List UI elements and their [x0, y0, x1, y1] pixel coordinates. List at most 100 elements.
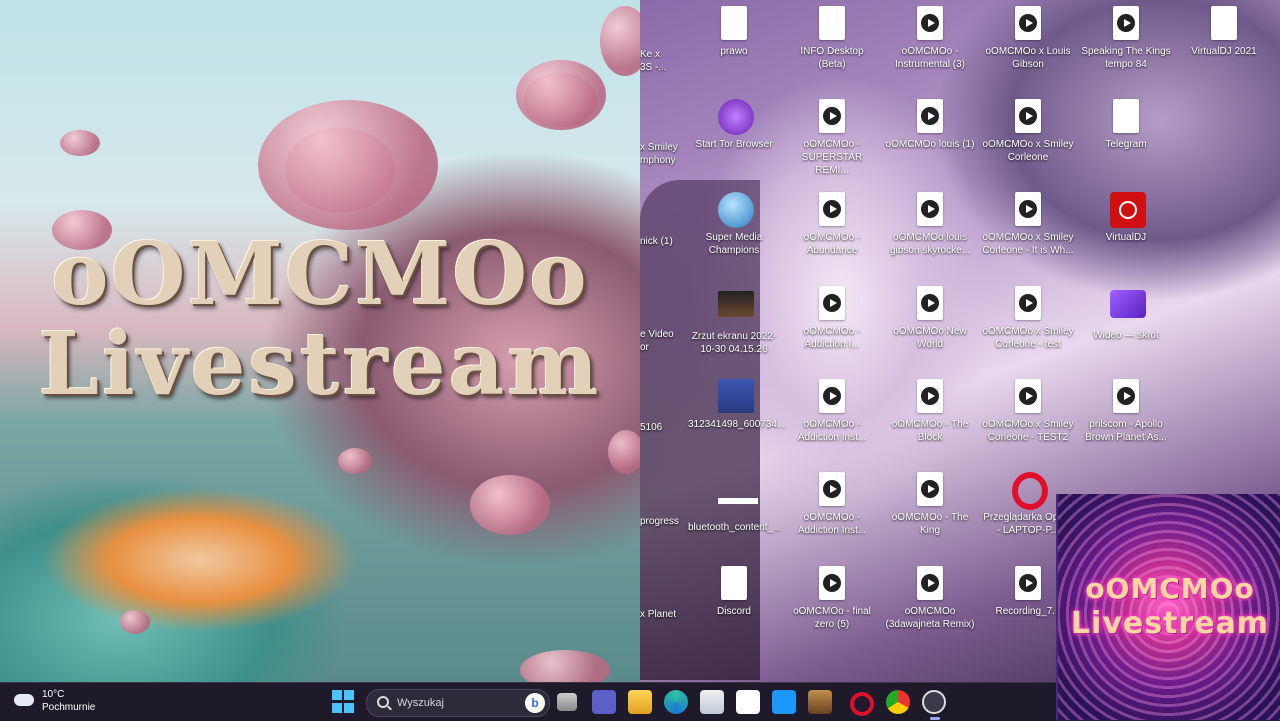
chrome-icon[interactable]	[886, 690, 910, 714]
audio-file-icon	[917, 192, 943, 226]
cloud-icon	[14, 694, 34, 706]
audio-file-icon	[819, 566, 845, 600]
audio-file-icon	[917, 472, 943, 506]
media-player-icon[interactable]	[922, 690, 946, 714]
desktop-icon-super-media[interactable]: Super Media Champions	[688, 192, 780, 257]
document-icon	[1113, 99, 1139, 133]
bing-icon[interactable]: b	[525, 693, 545, 713]
art-title-line1: oOMCMOo	[51, 224, 589, 325]
desktop-icon-label: oOMCMOo - Addiction I...	[803, 326, 861, 350]
desktop-icon-label: 312341498_600734...	[688, 419, 786, 430]
desktop-icon-the-block[interactable]: oOMCMOo - The Block	[884, 379, 976, 444]
store-icon[interactable]	[700, 690, 724, 714]
audio-file-icon	[1015, 286, 1041, 320]
desktop-icon-remix[interactable]: oOMCMOo (3dawajneta Remix)	[884, 566, 976, 631]
desktop-icon-it-is-what[interactable]: oOMCMOo x Smiley Corleone - It is Wh...	[982, 192, 1074, 257]
desktop-icon-virtualdj-2021[interactable]: VirtualDJ 2021	[1178, 6, 1270, 58]
audio-file-icon	[917, 379, 943, 413]
desktop-icon-cut[interactable]: progress	[640, 515, 684, 528]
desktop-icon-telegram[interactable]: Telegram	[1080, 99, 1172, 151]
audio-file-icon	[819, 472, 845, 506]
desktop-icon-new-world[interactable]: oOMCMOo New World	[884, 286, 976, 351]
desktop-icon-info-desktop[interactable]: INFO Desktop (Beta)	[786, 6, 878, 71]
document-icon	[721, 6, 747, 40]
desktop-icon-label: oOMCMOo - Instrumental (3)	[894, 46, 966, 70]
desktop-icon-label: oOMCMOo - Addiction Inst...	[797, 419, 867, 443]
desktop-icon-label: Wideo — skrót	[1093, 330, 1159, 341]
opera-taskbar-icon[interactable]	[850, 692, 874, 716]
desktop-icon-label: oOMCMOo New World	[893, 326, 967, 350]
weather-widget[interactable]: 10°C Pochmurnie	[14, 688, 95, 714]
desktop-icon-label: oOMCMOo x Smiley Corleone - TEST2	[982, 419, 1074, 443]
desktop-icon-apollo-brown[interactable]: prilscom - Apollo Brown Planet As...	[1080, 379, 1172, 444]
start-button[interactable]	[332, 690, 356, 714]
audio-file-icon	[917, 99, 943, 133]
audio-file-icon	[917, 6, 943, 40]
desktop-icon-instrumental[interactable]: oOMCMOo - Instrumental (3)	[884, 6, 976, 71]
game-icon[interactable]	[808, 690, 832, 714]
desktop-icon-discord[interactable]: Discord	[688, 566, 780, 618]
desktop-icon-final-zero[interactable]: oOMCMOo - final zero (5)	[786, 566, 878, 631]
desktop-icon-label: bluetooth_content_...	[688, 522, 782, 533]
desktop-icon-test[interactable]: oOMCMOo x Smiley Corleone - test	[982, 286, 1074, 351]
desktop-icon-screenshot[interactable]: Zrzut ekranu 2022-10-30 04.15.26	[688, 286, 780, 356]
desktop-icon-label: oOMCMOo - SUPERSTAR REMI...	[801, 139, 863, 176]
search-icon	[377, 696, 389, 708]
desktop-icon-abundance[interactable]: oOMCMOo - Abundance	[786, 192, 878, 257]
desktop-icon-addiction-1[interactable]: oOMCMOo - Addiction I...	[786, 286, 878, 351]
desktop-icon-prawo[interactable]: prawo	[688, 6, 780, 58]
desktop-icon-label: prawo	[720, 46, 748, 57]
desktop-icon-label: oOMCMOo - final zero (5)	[793, 606, 871, 630]
desktop-icon-test2[interactable]: oOMCMOo x Smiley Corleone - TEST2	[982, 379, 1074, 444]
livestream-art-panel: oOMCMOo Livestream	[0, 0, 640, 682]
desktop-icon-cut[interactable]: x Planet	[640, 608, 684, 621]
desktop-icon-label: oOMCMOo x Smiley Corleone - test	[982, 326, 1074, 350]
desktop-icon-louis-1[interactable]: oOMCMOo louis (1)	[884, 99, 976, 151]
tor-icon	[718, 99, 754, 135]
desktop-icon-label: oOMCMOo (3dawajneta Remix)	[885, 606, 975, 630]
logo-line1: oOMCMOo	[1085, 572, 1255, 605]
desktop-icon-label: oOMCMOo - The King	[891, 512, 969, 536]
desktop-icon-speaking-the-kings[interactable]: Speaking The Kings tempo 84	[1080, 6, 1172, 71]
desktop-icon-cut[interactable]: x Smiley mphony	[640, 141, 684, 167]
desktop-icon-skyrocket[interactable]: oOMCMOo louis gibson skyrocke...	[884, 192, 976, 257]
desktop-icon-label: Zrzut ekranu 2022-10-30 04.15.26	[691, 331, 777, 355]
prime-video-icon[interactable]	[772, 690, 796, 714]
amazon-icon[interactable]	[736, 690, 760, 714]
audio-file-icon	[819, 99, 845, 133]
audio-file-icon	[1015, 566, 1041, 600]
edge-icon[interactable]	[664, 690, 688, 714]
audio-file-icon	[819, 286, 845, 320]
desktop-icon-label: 5106	[640, 422, 663, 433]
desktop-icon-label: Start Tor Browser	[695, 139, 773, 150]
task-view-icon[interactable]	[557, 693, 577, 711]
desktop-icon-video-shortcut[interactable]: Wideo — skrót	[1080, 286, 1172, 342]
desktop-icon-superstar[interactable]: oOMCMOo - SUPERSTAR REMI...	[786, 99, 878, 177]
video-icon	[1110, 290, 1146, 318]
globe-icon	[718, 192, 754, 228]
desktop-icon-cut[interactable]: 5106	[640, 421, 684, 434]
image-icon	[718, 291, 754, 317]
desktop-icon-image-file[interactable]: 312341498_600734...	[688, 379, 786, 431]
desktop-icon-the-king[interactable]: oOMCMOo - The King	[884, 472, 976, 537]
desktop-icon-label: Speaking The Kings tempo 84	[1081, 46, 1171, 70]
file-explorer-icon[interactable]	[628, 690, 652, 714]
teams-icon[interactable]	[592, 690, 616, 714]
desktop-icon-cut[interactable]: e Video or	[640, 328, 684, 354]
desktop-icon-addiction-2[interactable]: oOMCMOo - Addiction Inst...	[786, 379, 878, 444]
desktop-icon-bluetooth-content[interactable]: bluetooth_content_...	[688, 490, 782, 534]
desktop-icon-smiley-corleone[interactable]: oOMCMOo x Smiley Corleone	[982, 99, 1074, 164]
document-icon	[721, 566, 747, 600]
taskbar-search[interactable]: Wyszukaj b	[366, 689, 550, 717]
desktop-icon-label: oOMCMOo louis gibson skyrocke...	[889, 232, 971, 256]
desktop-icon-virtualdj[interactable]: VirtualDJ	[1080, 192, 1172, 244]
desktop-icon-label: INFO Desktop (Beta)	[800, 46, 864, 70]
desktop-icon-cut[interactable]: nick (1)	[640, 235, 684, 248]
desktop-icon-addiction-3[interactable]: oOMCMOo - Addiction Inst...	[786, 472, 878, 537]
desktop-icon-label: Discord	[717, 606, 751, 617]
desktop-icon-louis-gibson[interactable]: oOMCMOo x Louis Gibson	[982, 6, 1074, 71]
art-title: oOMCMOo Livestream	[0, 232, 640, 408]
document-icon	[819, 6, 845, 40]
desktop-icon-tor-browser[interactable]: Start Tor Browser	[688, 99, 780, 151]
desktop-icon-cut[interactable]: Ke x 3S -...	[640, 48, 684, 74]
